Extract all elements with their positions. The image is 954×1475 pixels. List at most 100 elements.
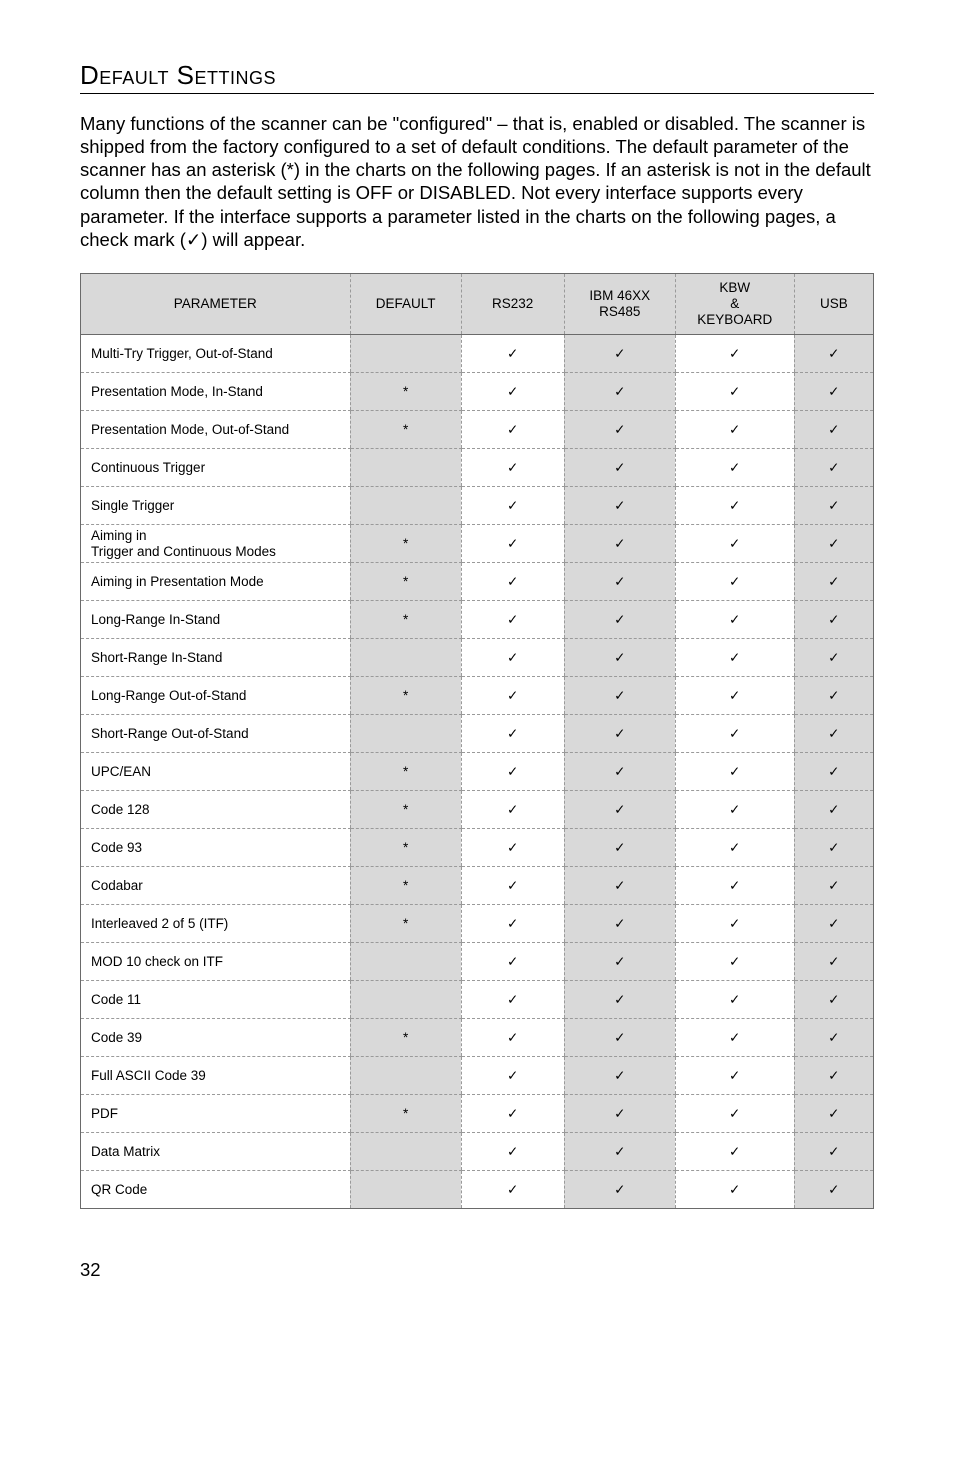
kbw-cell: ✓ [675,677,794,715]
table-row: Short-Range Out-of-Stand✓✓✓✓ [81,715,874,753]
kbw-cell: ✓ [675,373,794,411]
table-row: Long-Range Out-of-Stand*✓✓✓✓ [81,677,874,715]
rs232-cell: ✓ [461,981,564,1019]
usb-cell: ✓ [794,563,873,601]
ibm-cell: ✓ [564,867,675,905]
default-cell [350,1171,461,1209]
default-cell: * [350,677,461,715]
default-cell: * [350,373,461,411]
page-number: 32 [80,1259,874,1281]
parameter-cell: Presentation Mode, Out-of-Stand [81,411,351,449]
ibm-cell: ✓ [564,563,675,601]
rs232-cell: ✓ [461,487,564,525]
rs232-cell: ✓ [461,677,564,715]
kbw-cell: ✓ [675,1171,794,1209]
ibm-cell: ✓ [564,601,675,639]
default-cell: * [350,1095,461,1133]
table-row: Aiming inTrigger and Continuous Modes*✓✓… [81,525,874,563]
default-cell: * [350,829,461,867]
ibm-cell: ✓ [564,943,675,981]
kbw-cell: ✓ [675,525,794,563]
usb-cell: ✓ [794,867,873,905]
kbw-cell: ✓ [675,639,794,677]
usb-cell: ✓ [794,715,873,753]
kbw-cell: ✓ [675,905,794,943]
kbw-cell: ✓ [675,335,794,373]
kbw-cell: ✓ [675,563,794,601]
parameter-cell: PDF [81,1095,351,1133]
table-row: Continuous Trigger✓✓✓✓ [81,449,874,487]
rs232-cell: ✓ [461,943,564,981]
kbw-cell: ✓ [675,943,794,981]
usb-cell: ✓ [794,411,873,449]
rs232-cell: ✓ [461,411,564,449]
default-cell [350,639,461,677]
rs232-cell: ✓ [461,753,564,791]
rs232-cell: ✓ [461,791,564,829]
title-underline [80,93,874,94]
kbw-cell: ✓ [675,449,794,487]
usb-cell: ✓ [794,601,873,639]
table-row: Interleaved 2 of 5 (ITF)*✓✓✓✓ [81,905,874,943]
table-row: Multi-Try Trigger, Out-of-Stand✓✓✓✓ [81,335,874,373]
ibm-cell: ✓ [564,639,675,677]
rs232-cell: ✓ [461,449,564,487]
table-row: MOD 10 check on ITF✓✓✓✓ [81,943,874,981]
ibm-cell: ✓ [564,1057,675,1095]
default-cell [350,1133,461,1171]
usb-cell: ✓ [794,1019,873,1057]
ibm-cell: ✓ [564,1095,675,1133]
parameter-cell: Code 128 [81,791,351,829]
ibm-cell: ✓ [564,715,675,753]
default-cell: * [350,905,461,943]
rs232-cell: ✓ [461,1019,564,1057]
ibm-cell: ✓ [564,487,675,525]
ibm-cell: ✓ [564,525,675,563]
default-cell: * [350,791,461,829]
table-row: Aiming in Presentation Mode*✓✓✓✓ [81,563,874,601]
col-kbw: KBW&KEYBOARD [675,273,794,335]
default-cell [350,943,461,981]
usb-cell: ✓ [794,791,873,829]
ibm-cell: ✓ [564,373,675,411]
col-parameter: PARAMETER [81,273,351,335]
parameter-cell: Short-Range Out-of-Stand [81,715,351,753]
usb-cell: ✓ [794,1095,873,1133]
parameter-cell: Codabar [81,867,351,905]
parameter-cell: Multi-Try Trigger, Out-of-Stand [81,335,351,373]
parameter-cell: UPC/EAN [81,753,351,791]
ibm-cell: ✓ [564,753,675,791]
default-cell [350,981,461,1019]
rs232-cell: ✓ [461,867,564,905]
parameter-cell: QR Code [81,1171,351,1209]
usb-cell: ✓ [794,1171,873,1209]
ibm-cell: ✓ [564,905,675,943]
parameter-cell: Code 93 [81,829,351,867]
rs232-cell: ✓ [461,1171,564,1209]
parameter-cell: Short-Range In-Stand [81,639,351,677]
parameter-cell: Aiming in Presentation Mode [81,563,351,601]
header-row: PARAMETER DEFAULT RS232 IBM 46XXRS485 KB… [81,273,874,335]
ibm-cell: ✓ [564,677,675,715]
parameter-cell: Aiming inTrigger and Continuous Modes [81,525,351,563]
rs232-cell: ✓ [461,1133,564,1171]
ibm-cell: ✓ [564,791,675,829]
rs232-cell: ✓ [461,829,564,867]
parameter-cell: Code 11 [81,981,351,1019]
usb-cell: ✓ [794,487,873,525]
parameter-cell: Interleaved 2 of 5 (ITF) [81,905,351,943]
default-cell [350,487,461,525]
table-row: Full ASCII Code 39✓✓✓✓ [81,1057,874,1095]
rs232-cell: ✓ [461,335,564,373]
kbw-cell: ✓ [675,487,794,525]
default-cell: * [350,1019,461,1057]
parameter-cell: Code 39 [81,1019,351,1057]
col-ibm: IBM 46XXRS485 [564,273,675,335]
table-row: Codabar*✓✓✓✓ [81,867,874,905]
table-row: UPC/EAN*✓✓✓✓ [81,753,874,791]
rs232-cell: ✓ [461,601,564,639]
table-row: Single Trigger✓✓✓✓ [81,487,874,525]
col-usb: USB [794,273,873,335]
default-cell: * [350,563,461,601]
ibm-cell: ✓ [564,981,675,1019]
